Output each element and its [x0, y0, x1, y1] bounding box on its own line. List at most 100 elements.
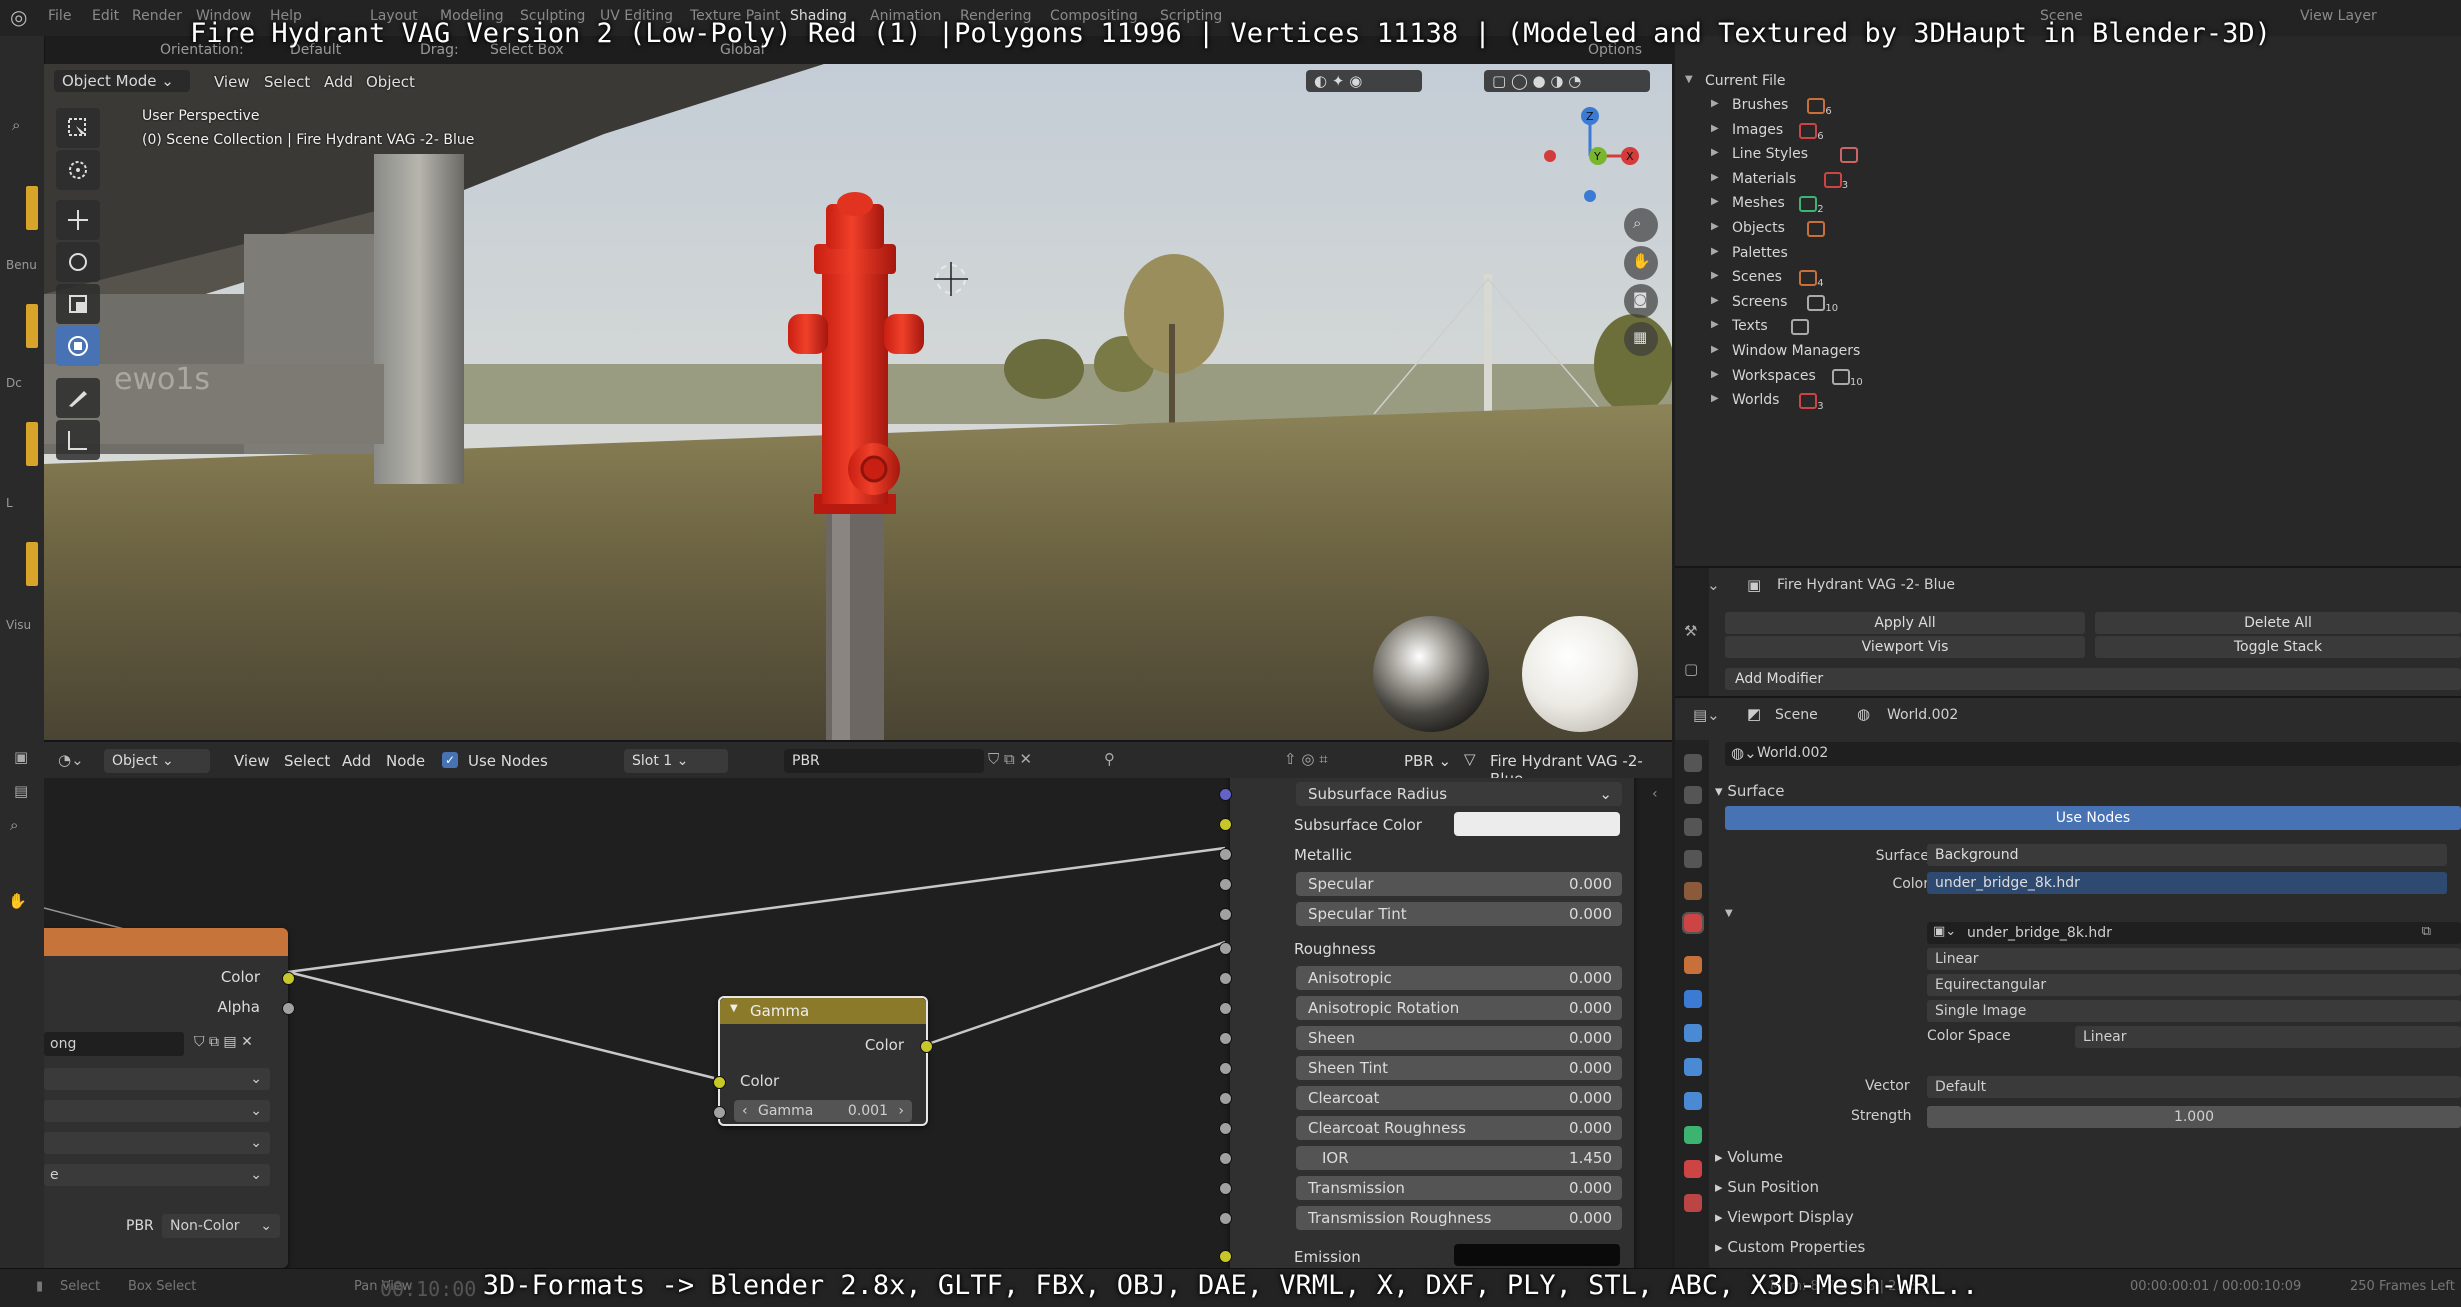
scene-tab-icon[interactable] [1684, 882, 1702, 900]
viewport-menu-object[interactable]: Object [366, 73, 415, 91]
world-prop-field[interactable]: under_bridge_8k.hdr [1927, 872, 2447, 894]
viewport-menu-select[interactable]: Select [264, 73, 310, 91]
properties-editor-icon[interactable]: ▤⌄ [1693, 706, 1720, 724]
emission-color-swatch[interactable] [1454, 1244, 1620, 1266]
mode-selector[interactable]: Object Mode ⌄ [54, 70, 190, 92]
outliner-item[interactable]: ▶ Window Managers [1675, 340, 2461, 364]
bsdf-input-socket[interactable] [1219, 1092, 1232, 1105]
collapse-arrow-icon[interactable]: ▼ [730, 1003, 738, 1014]
bsdf-input-socket[interactable] [1219, 1212, 1232, 1225]
bsdf-slider[interactable]: Transmission Roughness 0.000 [1296, 1206, 1622, 1230]
transform-tool[interactable] [56, 326, 100, 366]
expand-arrow-icon[interactable]: ▶ [1711, 344, 1719, 355]
tool-tab-icon[interactable] [1684, 754, 1702, 772]
outliner-item[interactable]: ▶ Palettes [1675, 242, 2461, 266]
pan-view-button[interactable]: ✋ [1624, 246, 1658, 280]
editor-type-icon[interactable]: ◔⌄ [58, 751, 84, 769]
node-menu-select[interactable]: Select [284, 752, 330, 770]
outliner-item[interactable]: ▶ Scenes 4 [1675, 266, 2461, 290]
bsdf-input-socket[interactable] [1219, 878, 1232, 891]
gamma-node[interactable]: ▼ Gamma Color Color ‹ Gamma 0.001 › [713, 996, 933, 1126]
measure-tool[interactable] [56, 420, 100, 460]
outliner-item[interactable]: ▶ Objects [1675, 217, 2461, 241]
bsdf-input-socket[interactable] [1219, 1002, 1232, 1015]
world-datablock-field[interactable]: ◍⌄ World.002 [1725, 742, 2461, 766]
expand-arrow-icon[interactable]: ▶ [1711, 196, 1719, 207]
image-node-buttons-icon[interactable]: ⛉ ⧉ ▤ ✕ [194, 1034, 253, 1050]
modifier-tab-icon[interactable] [1684, 990, 1702, 1008]
node-menu-node[interactable]: Node [386, 752, 425, 770]
bsdf-slider-row[interactable]: Clearcoat 0.000 [1288, 1086, 1628, 1112]
expand-arrow-icon[interactable]: ▼ [1685, 74, 1693, 85]
fake-user-icon[interactable]: ⛉ ⧉ ✕ [988, 750, 1032, 768]
subsurface-method-select[interactable]: Subsurface Radius ⌄ [1288, 782, 1628, 808]
bsdf-input-socket[interactable] [1219, 972, 1232, 985]
bsdf-slider[interactable]: Transmission 0.000 [1296, 1176, 1622, 1200]
image-datablock-field[interactable]: ▣⌄ under_bridge_8k.hdr ⧉ [1927, 922, 2461, 944]
custom-properties-section-header[interactable]: ▸ Custom Properties [1715, 1238, 1865, 1256]
image-colorspace-select[interactable]: Non-Color ⌄ [162, 1214, 280, 1238]
bsdf-slider-row[interactable]: Sheen Tint 0.000 [1288, 1056, 1628, 1082]
select-box-tool[interactable] [56, 108, 100, 148]
camera-view-button[interactable]: ◙ [1624, 284, 1658, 318]
color-space-select[interactable]: Linear [2075, 1026, 2461, 1048]
sun-position-section-header[interactable]: ▸ Sun Position [1715, 1178, 1819, 1196]
increment-arrow-icon[interactable]: › [898, 1100, 904, 1122]
vector-select[interactable]: Default [1927, 1076, 2461, 1098]
data-tab-icon[interactable] [1684, 1126, 1702, 1144]
texture-tab-icon[interactable] [1684, 1194, 1702, 1212]
render-icon[interactable]: ▣ [14, 748, 28, 766]
viewport-vis-button[interactable]: Viewport Vis [1725, 636, 2085, 658]
pin-icon[interactable]: ⚲ [1104, 750, 1115, 768]
zoom-icon[interactable]: ⌕ [10, 816, 18, 834]
material-tab-icon[interactable] [1684, 1160, 1702, 1178]
copy-icon[interactable]: ⧉ [2422, 924, 2431, 939]
outliner-item[interactable]: ▶ Materials 3 [1675, 168, 2461, 192]
image-source-select[interactable]: e ⌄ [44, 1164, 270, 1186]
bsdf-slider-row[interactable]: Specular Tint 0.000 [1288, 902, 1628, 928]
3d-viewport[interactable]: ewo1s [44, 64, 1672, 740]
node-canvas[interactable]: Color Alpha ong ⛉ ⧉ ▤ ✕ ⌄ ⌄ ⌄ e ⌄ PBR Non… [44, 778, 1672, 1268]
decrement-arrow-icon[interactable]: ‹ [742, 1100, 748, 1122]
search-icon[interactable]: ⌕ [12, 116, 20, 134]
bsdf-slider-row[interactable]: Transmission Roughness 0.000 [1288, 1206, 1628, 1232]
image-file-field[interactable]: ong [44, 1032, 184, 1056]
document-icon[interactable] [26, 186, 38, 230]
slot-select[interactable]: Slot 1 ⌄ [624, 749, 728, 773]
outliner-item[interactable]: ▶ Brushes 6 [1675, 94, 2461, 118]
hand-icon[interactable]: ✋ [8, 892, 27, 910]
bsdf-input-socket[interactable] [1219, 908, 1232, 921]
ortho-toggle-button[interactable]: ▦ [1624, 322, 1658, 356]
view-layer-tab-icon[interactable] [1684, 850, 1702, 868]
render-engine-icon[interactable]: ⇧ ◎ ⌗ [1284, 750, 1328, 768]
sidebar-toggle-arrow-icon[interactable]: ‹ [1652, 786, 1658, 802]
expand-arrow-icon[interactable]: ▶ [1711, 393, 1719, 404]
outliner-item[interactable]: ▶ Workspaces 10 [1675, 365, 2461, 389]
shading-mode-buttons[interactable]: ▢ ◯ ● ◑ ◔ [1484, 70, 1650, 92]
expand-arrow-icon[interactable]: ▶ [1711, 319, 1719, 330]
output-tab-icon[interactable] [1684, 818, 1702, 836]
expand-arrow-icon[interactable]: ▶ [1711, 123, 1719, 134]
gamma-in-color-socket[interactable] [713, 1076, 726, 1089]
image-node-header[interactable] [44, 928, 288, 956]
zoom-view-button[interactable]: ⌕ [1624, 208, 1658, 242]
subsurface-radius-socket[interactable] [1219, 788, 1232, 801]
move-tool[interactable] [56, 200, 100, 240]
cursor-tool[interactable] [56, 150, 100, 190]
outliner-root[interactable]: ▼ Current File [1675, 70, 2461, 94]
gamma-value-slider[interactable]: ‹ Gamma 0.001 › [734, 1100, 912, 1122]
outliner-item[interactable]: ▶ Line Styles [1675, 143, 2461, 167]
node-menu-add[interactable]: Add [342, 752, 371, 770]
image-projection-select[interactable]: ⌄ [44, 1100, 270, 1122]
gamma-in-gamma-socket[interactable] [713, 1106, 726, 1119]
bsdf-slider-row[interactable]: Anisotropic 0.000 [1288, 966, 1628, 992]
bsdf-input-socket[interactable] [1219, 1122, 1232, 1135]
outliner-item[interactable]: ▶ Images 6 [1675, 119, 2461, 143]
outliner-item[interactable]: ▶ Meshes 2 [1675, 192, 2461, 216]
bsdf-slider-row[interactable]: IOR 1.450 [1288, 1146, 1628, 1172]
gamma-node-header[interactable]: ▼ Gamma [720, 998, 926, 1024]
use-nodes-checkbox[interactable]: ✓ [442, 752, 458, 768]
bsdf-slider[interactable]: Specular Tint 0.000 [1296, 902, 1622, 926]
expand-arrow-icon[interactable]: ▼ [1725, 908, 1733, 919]
expand-arrow-icon[interactable]: ▶ [1711, 221, 1719, 232]
